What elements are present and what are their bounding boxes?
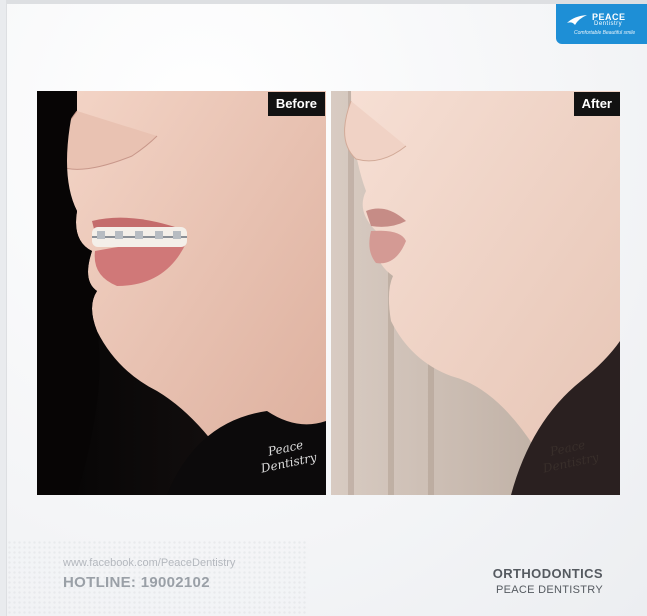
after-face-illustration	[331, 91, 620, 495]
after-photo: After Peace Dentistry	[331, 91, 620, 495]
facebook-url: www.facebook.com/PeaceDentistry	[63, 557, 236, 569]
bird-logo-icon	[567, 15, 587, 25]
footer-contact: www.facebook.com/PeaceDentistry HOTLINE:…	[63, 557, 235, 591]
before-photo: Before Peace Dentistry	[37, 91, 326, 495]
logo-tagline: Comfortable Beautiful smile	[574, 30, 636, 36]
after-label: After	[573, 92, 620, 116]
before-label: Before	[267, 92, 325, 116]
post-image-frame: PEACE Dentistry Comfortable Beautiful sm…	[6, 0, 647, 616]
brand-name: PEACE DENTISTRY	[496, 584, 603, 596]
brand-logo: PEACE Dentistry Comfortable Beautiful sm…	[556, 4, 647, 44]
hotline-text: HOTLINE: 19002102	[63, 574, 210, 591]
service-title: ORTHODONTICS	[492, 566, 603, 581]
footer-brand: ORTHODONTICS PEACE DENTISTRY	[493, 566, 603, 596]
before-face-illustration	[37, 91, 326, 495]
logo-sub: Dentistry	[594, 21, 623, 27]
